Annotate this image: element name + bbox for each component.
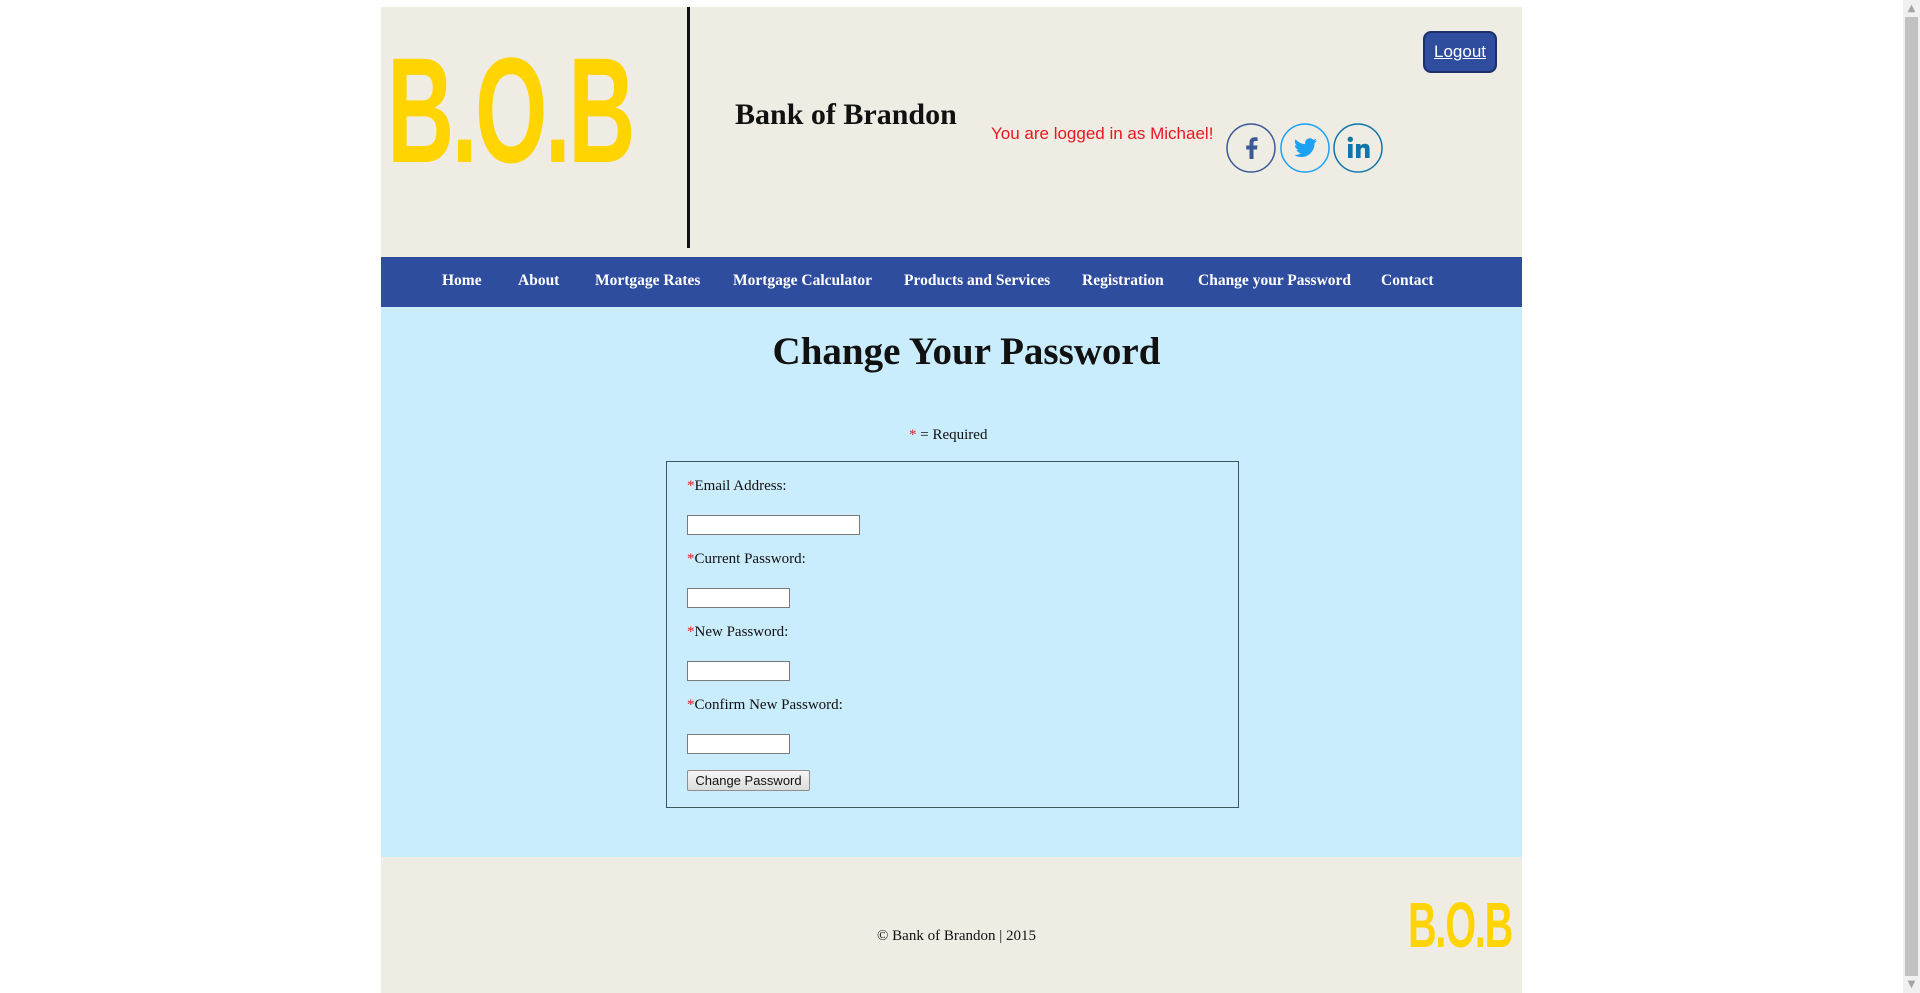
twitter-icon[interactable] — [1280, 123, 1330, 173]
required-star: * — [687, 697, 695, 713]
vertical-scrollbar[interactable]: ▲ ▼ — [1903, 0, 1920, 993]
confirm-password-label-text: Confirm New Password: — [694, 697, 843, 713]
required-star: * — [687, 551, 695, 567]
new-password-label-text: New Password: — [694, 624, 789, 640]
confirm-password-label: *Confirm New Password: — [687, 697, 843, 714]
copyright-text: © Bank of Brandon | 2015 — [877, 928, 1036, 944]
logo-divider — [687, 7, 690, 248]
email-field[interactable] — [687, 515, 860, 535]
linkedin-icon[interactable] — [1333, 123, 1383, 173]
scroll-up-icon[interactable]: ▲ — [1903, 0, 1920, 17]
new-password-label: *New Password: — [687, 624, 788, 641]
facebook-icon[interactable] — [1226, 123, 1276, 173]
logo-text: B.O.B — [387, 26, 635, 194]
logged-in-status: You are logged in as Michael! — [991, 124, 1214, 143]
page-title: Change Your Password — [772, 330, 1161, 373]
confirm-password-field[interactable] — [687, 734, 790, 754]
new-password-field[interactable] — [687, 661, 790, 681]
required-note: * = Required — [909, 427, 987, 444]
required-note-text: = Required — [916, 427, 988, 443]
scroll-down-icon[interactable]: ▼ — [1903, 976, 1920, 993]
nav-item-mortgage-rates[interactable]: Mortgage Rates — [595, 257, 700, 307]
footer-logo-text: B.O.B — [1408, 889, 1513, 961]
bob-logo[interactable]: B.O.B — [387, 15, 637, 205]
footer-logo: B.O.B — [1408, 885, 1513, 965]
nav-item-about[interactable]: About — [518, 257, 559, 307]
nav-item-products-and-services[interactable]: Products and Services — [904, 257, 1050, 307]
current-password-label: *Current Password: — [687, 551, 806, 568]
site-header: B.O.B Bank of Brandon You are logged in … — [381, 7, 1522, 257]
email-label: *Email Address: — [687, 478, 787, 495]
logout-button[interactable]: Logout — [1423, 31, 1497, 73]
nav-item-mortgage-calculator[interactable]: Mortgage Calculator — [733, 257, 872, 307]
nav-item-change-password[interactable]: Change your Password — [1198, 257, 1351, 307]
required-star: * — [909, 427, 917, 443]
nav-item-registration[interactable]: Registration — [1082, 257, 1164, 307]
change-password-form: *Email Address: *Current Password: *New … — [666, 461, 1239, 808]
main-nav: Home About Mortgage Rates Mortgage Calcu… — [381, 257, 1522, 307]
current-password-label-text: Current Password: — [694, 551, 806, 567]
email-label-text: Email Address: — [694, 478, 787, 494]
scroll-thumb[interactable] — [1905, 17, 1918, 976]
main-content: Change Your Password * = Required *Email… — [381, 307, 1522, 857]
nav-item-contact[interactable]: Contact — [1381, 257, 1434, 307]
current-password-field[interactable] — [687, 588, 790, 608]
change-password-button[interactable]: Change Password — [687, 770, 810, 791]
page: B.O.B Bank of Brandon You are logged in … — [381, 7, 1522, 993]
required-star: * — [687, 478, 695, 494]
nav-item-home[interactable]: Home — [442, 257, 482, 307]
site-footer: © Bank of Brandon | 2015 B.O.B — [381, 857, 1522, 993]
brand-title: Bank of Brandon — [735, 98, 957, 131]
required-star: * — [687, 624, 695, 640]
